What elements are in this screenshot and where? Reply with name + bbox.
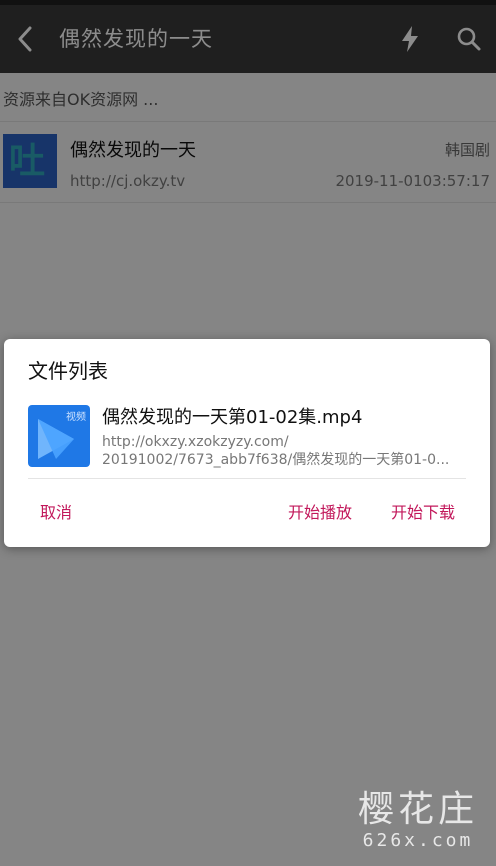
app-screen: 偶然发现的一天 资源来自OK资源网 ... 吐 偶然发现的一天 韩国剧 http… [0, 0, 496, 866]
video-file-icon: 视频 [28, 405, 90, 467]
watermark-title: 樱花庄 [357, 789, 478, 830]
watermark: 樱花庄 626x.com [358, 790, 478, 852]
file-url-line-1: http://okxzy.xzokzyzy.com/ [102, 434, 289, 450]
file-list-dialog: 文件列表 视频 偶然发现的一天第01-02集.mp4 http://okxzy.… [4, 339, 490, 547]
dialog-divider [28, 478, 466, 479]
dialog-title: 文件列表 [28, 359, 108, 383]
file-name: 偶然发现的一天第01-02集.mp4 [102, 407, 363, 428]
file-list-item[interactable]: 视频 偶然发现的一天第01-02集.mp4 http://okxzy.xzokz… [4, 397, 490, 477]
cancel-button[interactable]: 取消 [40, 499, 72, 523]
watermark-url: 626x.com [362, 830, 474, 851]
start-download-button[interactable]: 开始下载 [391, 499, 455, 523]
file-url: http://okxzy.xzokzyzy.com/ 20191002/7673… [102, 433, 470, 469]
play-icon [38, 419, 74, 459]
start-play-button[interactable]: 开始播放 [288, 499, 352, 523]
file-url-line-2: 20191002/7673_abb7f638/偶然发现的一天第01-0... [102, 452, 450, 468]
